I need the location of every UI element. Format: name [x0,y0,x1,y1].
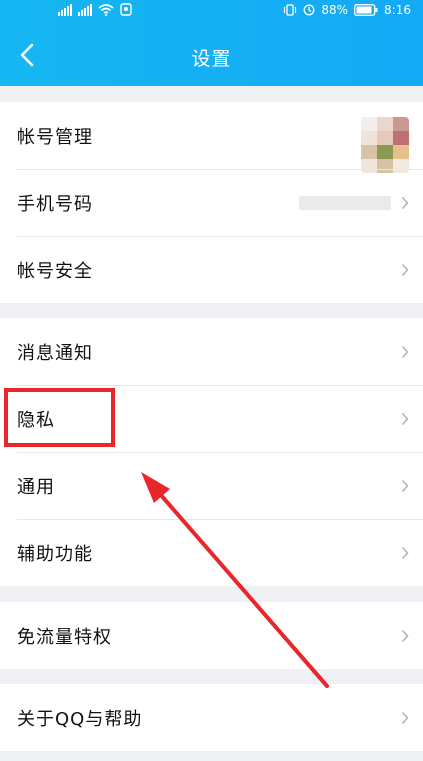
settings-item-label: 通用 [17,476,55,498]
settings-item-label: 消息通知 [17,342,93,364]
settings-item-label: 免流量特权 [17,626,112,648]
status-right: 88% 8:16 [283,3,411,17]
settings-item-label: 手机号码 [17,193,93,215]
settings-group-data-privilege: 免流量特权 [0,602,423,669]
settings-item-general[interactable]: 通用 [0,452,423,519]
settings-item-free-data-privilege[interactable]: 免流量特权 [0,602,423,669]
settings-item-label: 辅助功能 [17,543,93,565]
chevron-right-icon [401,479,409,492]
settings-item-label: 关于QQ与帮助 [17,708,143,730]
status-left [58,3,132,16]
alarm-icon [303,4,315,16]
settings-item-account-security[interactable]: 帐号安全 [0,236,423,303]
chevron-right-icon [401,546,409,559]
chevron-right-icon [401,345,409,358]
settings-item-about-help[interactable]: 关于QQ与帮助 [0,684,423,751]
battery-icon [354,4,378,16]
settings-group-account: 帐号管理 手机号码 帐号安全 [0,102,423,303]
status-bar: 88% 8:16 [0,0,423,22]
chevron-right-icon [401,263,409,276]
top-bar: 88% 8:16 设置 [0,0,423,86]
settings-item-label: 帐号管理 [17,126,93,148]
clock-time: 8:16 [384,3,411,17]
settings-item-label: 帐号安全 [17,260,93,282]
page-title: 设置 [191,48,232,70]
phone-number-masked [299,195,391,210]
vibrate-icon [284,4,297,16]
settings-group-about: 关于QQ与帮助 [0,684,423,751]
settings-item-phone-number[interactable]: 手机号码 [0,169,423,236]
settings-item-notifications[interactable]: 消息通知 [0,318,423,385]
chevron-right-icon [401,412,409,425]
chevron-right-icon [401,629,409,642]
battery-percent: 88% [321,3,349,17]
settings-item-account-management[interactable]: 帐号管理 [0,102,423,173]
shield-notification-icon [120,3,132,16]
wifi-icon [98,4,114,16]
settings-group-general: 消息通知 隐私 通用 辅助功能 [0,318,423,586]
settings-item-accessibility[interactable]: 辅助功能 [0,519,423,586]
cellular-signal-icon-2 [78,4,92,16]
highlight-box [4,388,115,447]
chevron-right-icon [401,196,409,209]
avatar [361,117,409,173]
chevron-right-icon [401,711,409,724]
cellular-signal-icon-1 [58,4,72,16]
